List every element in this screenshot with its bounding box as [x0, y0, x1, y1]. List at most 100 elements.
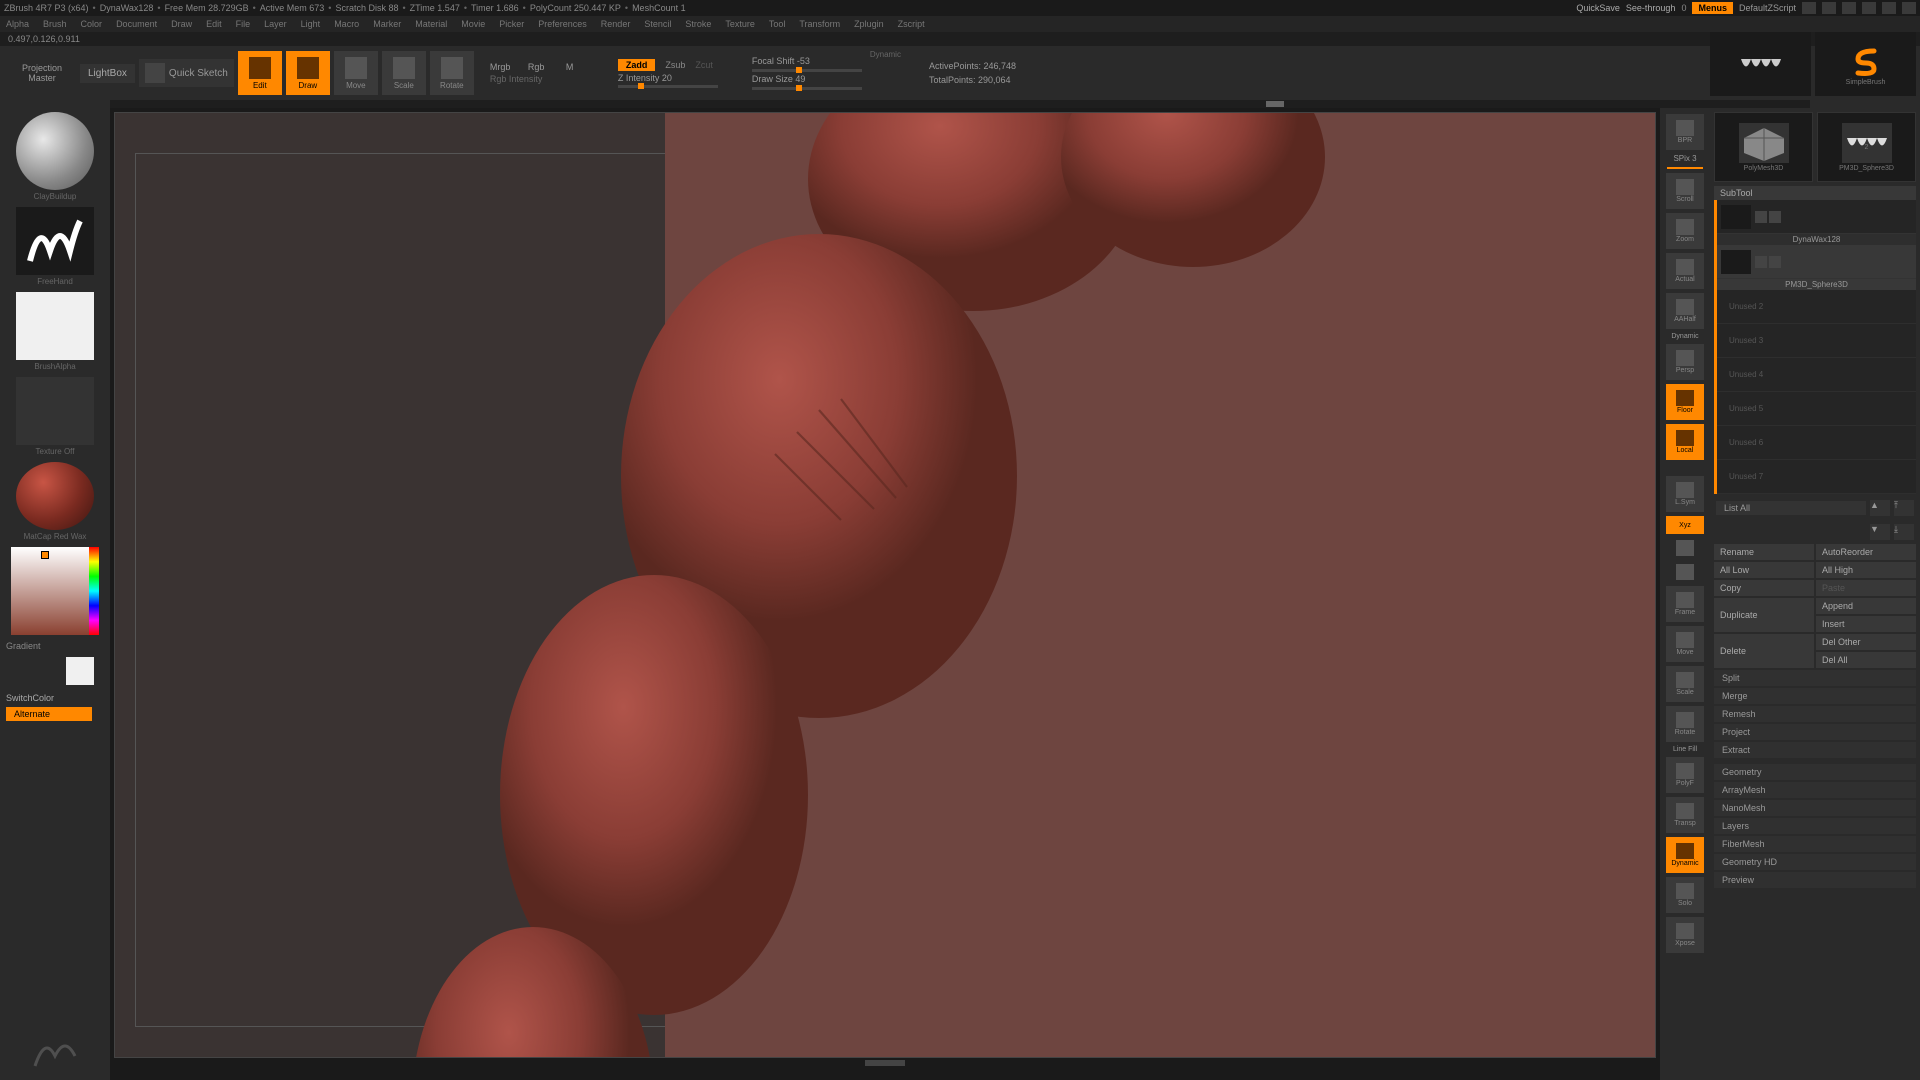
subtool-item[interactable] — [1717, 245, 1916, 279]
menu-item[interactable]: Zscript — [898, 19, 925, 29]
persp-button[interactable]: Persp — [1666, 344, 1704, 380]
xpose-button[interactable]: Xpose — [1666, 917, 1704, 953]
window-icon[interactable] — [1802, 2, 1816, 14]
viewport[interactable] — [114, 112, 1656, 1058]
window-icon[interactable] — [1822, 2, 1836, 14]
switch-color-button[interactable]: SwitchColor — [6, 693, 54, 703]
menu-item[interactable]: Layer — [264, 19, 287, 29]
menu-item[interactable]: Picker — [499, 19, 524, 29]
split-section[interactable]: Split — [1714, 670, 1916, 686]
nanomesh-section[interactable]: NanoMesh — [1714, 800, 1916, 816]
menu-item[interactable]: Render — [601, 19, 631, 29]
edit-button[interactable]: Edit — [238, 51, 282, 95]
subtool-header[interactable]: SubTool — [1714, 186, 1916, 200]
menu-item[interactable]: Alpha — [6, 19, 29, 29]
menu-item[interactable]: Brush — [43, 19, 67, 29]
preview-section[interactable]: Preview — [1714, 872, 1916, 888]
polyf-button[interactable]: PolyF — [1666, 757, 1704, 793]
visibility-icon[interactable] — [1755, 211, 1767, 223]
menus-button[interactable]: Menus — [1692, 2, 1733, 14]
scroll-button[interactable]: Scroll — [1666, 173, 1704, 209]
menu-item[interactable]: Light — [301, 19, 321, 29]
zcut-button[interactable]: Zcut — [695, 60, 713, 70]
rotate-nav-button[interactable]: Rotate — [1666, 706, 1704, 742]
menu-item[interactable]: Stroke — [685, 19, 711, 29]
merge-section[interactable]: Merge — [1714, 688, 1916, 704]
menu-item[interactable]: Marker — [373, 19, 401, 29]
gradient-toggle[interactable]: Gradient — [6, 641, 41, 651]
all-high-button[interactable]: All High — [1816, 562, 1916, 578]
menu-item[interactable]: Stencil — [644, 19, 671, 29]
simple-brush[interactable]: SimpleBrush — [1815, 32, 1916, 96]
menu-item[interactable]: File — [236, 19, 251, 29]
paste-button[interactable]: Paste — [1816, 580, 1916, 596]
window-icon[interactable] — [1842, 2, 1856, 14]
projection-master-button[interactable]: Projection Master — [8, 63, 76, 83]
visibility-icon[interactable] — [1755, 256, 1767, 268]
menu-item[interactable]: Edit — [206, 19, 222, 29]
menu-item[interactable]: Transform — [799, 19, 840, 29]
canvas-scrollbar[interactable] — [110, 100, 1810, 108]
insert-button[interactable]: Insert — [1816, 616, 1916, 632]
tool-thumb[interactable]: PolyMesh3D — [1714, 112, 1813, 182]
floor-button[interactable]: Floor — [1666, 384, 1704, 420]
append-button[interactable]: Append — [1816, 598, 1916, 614]
color-picker[interactable] — [11, 547, 99, 635]
material-selector[interactable] — [16, 462, 94, 530]
remesh-section[interactable]: Remesh — [1714, 706, 1916, 722]
fit-button[interactable] — [1666, 562, 1704, 582]
hue-slider[interactable] — [89, 547, 99, 635]
rgb-intensity-slider[interactable]: Rgb Intensity — [490, 74, 594, 84]
menu-item[interactable]: Draw — [171, 19, 192, 29]
secondary-color[interactable] — [66, 657, 94, 685]
focal-shift-slider[interactable]: Focal Shift -53 — [752, 56, 862, 66]
menu-item[interactable]: Document — [116, 19, 157, 29]
menu-item[interactable]: Preferences — [538, 19, 587, 29]
rgb-button[interactable]: Rgb — [528, 62, 556, 72]
zoom-button[interactable]: Zoom — [1666, 213, 1704, 249]
frame-button[interactable]: Frame — [1666, 586, 1704, 622]
list-all-button[interactable]: List All — [1716, 501, 1866, 515]
move-nav-button[interactable]: Move — [1666, 626, 1704, 662]
rename-button[interactable]: Rename — [1714, 544, 1814, 560]
m-button[interactable]: M — [566, 62, 594, 72]
texture-selector[interactable] — [16, 377, 94, 445]
geometry-section[interactable]: Geometry — [1714, 764, 1916, 780]
copy-button[interactable]: Copy — [1714, 580, 1814, 596]
project-section[interactable]: Project — [1714, 724, 1916, 740]
move-top-button[interactable]: ⤒ — [1894, 500, 1914, 516]
z-intensity-slider[interactable]: Z Intensity 20 — [618, 73, 718, 88]
layers-section[interactable]: Layers — [1714, 818, 1916, 834]
transp-button[interactable]: Transp — [1666, 797, 1704, 833]
tool-thumb[interactable]: 2 PM3D_Sphere3D — [1817, 112, 1916, 182]
delete-button[interactable]: Delete — [1714, 634, 1814, 668]
local-button[interactable]: Local — [1666, 424, 1704, 460]
menu-item[interactable]: Material — [415, 19, 447, 29]
del-other-button[interactable]: Del Other — [1816, 634, 1916, 650]
move-up-button[interactable]: ▲ — [1870, 500, 1890, 516]
ghost-button[interactable]: Dynamic — [1666, 837, 1704, 873]
move-button[interactable]: Move — [334, 51, 378, 95]
stroke-selector[interactable] — [16, 207, 94, 275]
move-down-button[interactable]: ▼ — [1870, 524, 1890, 540]
subtool-item[interactable] — [1717, 200, 1916, 234]
menu-item[interactable]: Tool — [769, 19, 786, 29]
quicksave-button[interactable]: QuickSave — [1576, 3, 1620, 13]
scale-nav-button[interactable]: Scale — [1666, 666, 1704, 702]
menu-item[interactable]: Color — [81, 19, 103, 29]
brush-selector[interactable] — [16, 112, 94, 190]
arraymesh-section[interactable]: ArrayMesh — [1714, 782, 1916, 798]
alternate-button[interactable]: Alternate — [6, 707, 92, 721]
menu-item[interactable]: Zplugin — [854, 19, 884, 29]
geometry-hd-section[interactable]: Geometry HD — [1714, 854, 1916, 870]
menu-item[interactable]: Movie — [461, 19, 485, 29]
draw-button[interactable]: Draw — [286, 51, 330, 95]
autoreorder-button[interactable]: AutoReorder — [1816, 544, 1916, 560]
menu-item[interactable]: Macro — [334, 19, 359, 29]
bpr-button[interactable]: BPR — [1666, 114, 1704, 150]
mrgb-button[interactable]: Mrgb — [490, 62, 518, 72]
all-low-button[interactable]: All Low — [1714, 562, 1814, 578]
current-tool[interactable] — [1710, 32, 1811, 96]
fibermesh-section[interactable]: FiberMesh — [1714, 836, 1916, 852]
duplicate-button[interactable]: Duplicate — [1714, 598, 1814, 632]
